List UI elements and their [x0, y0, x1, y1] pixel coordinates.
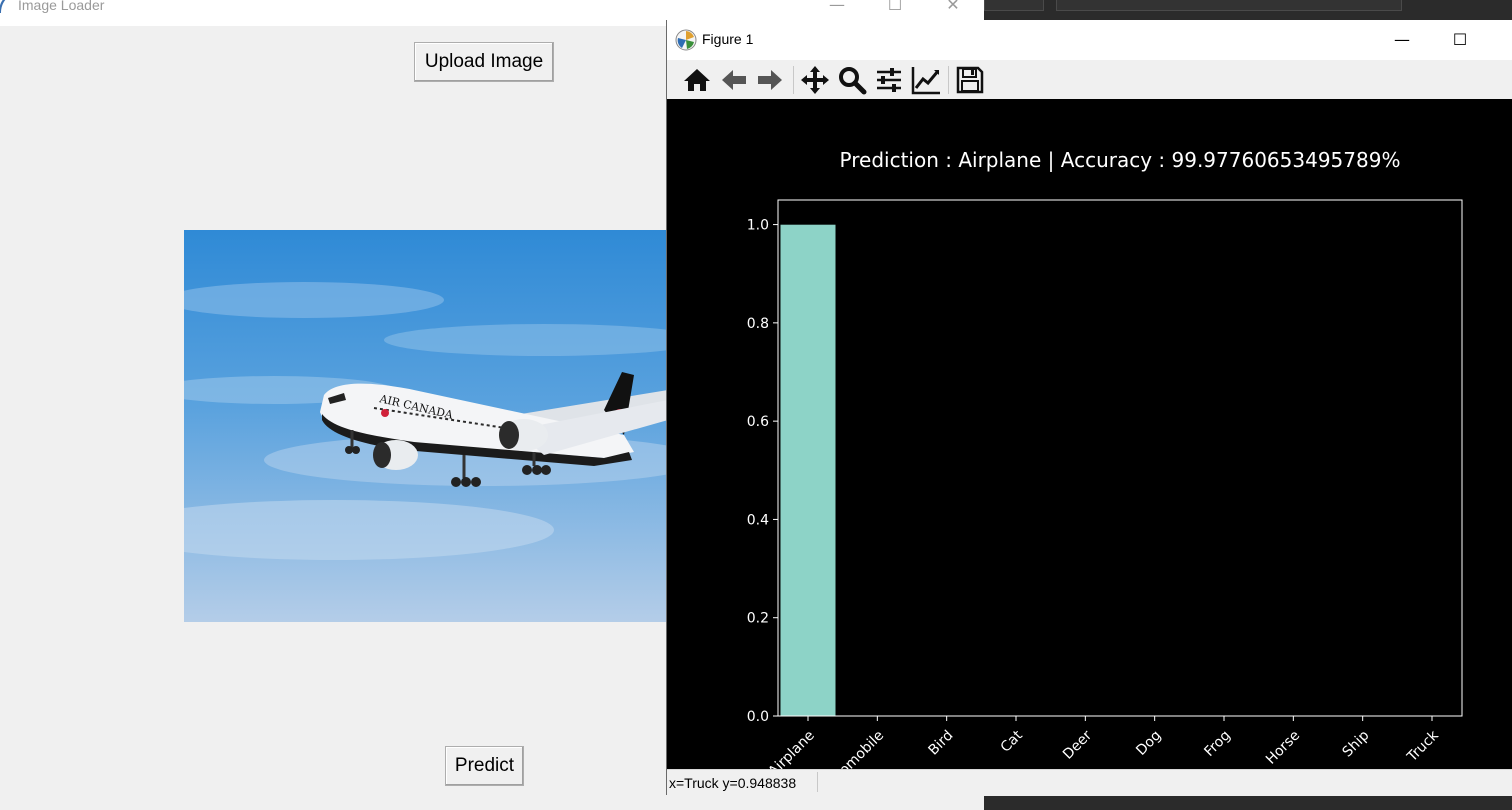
upload-image-button[interactable]: Upload Image — [414, 42, 554, 82]
bar-airplane — [780, 224, 836, 716]
matplotlib-logo-icon — [675, 29, 697, 51]
chart-title: Prediction : Airplane | Accuracy : 99.97… — [840, 148, 1401, 172]
uploaded-airplane-image: AIR CANADA — [184, 230, 668, 622]
background-field — [984, 0, 1044, 11]
figure-toolbar — [667, 60, 1512, 100]
plot-frame — [777, 199, 1463, 717]
back-icon[interactable] — [718, 64, 750, 96]
save-icon[interactable] — [954, 64, 986, 96]
x-tick-label: Dog — [1133, 728, 1164, 759]
x-tick-label: Bird — [925, 728, 956, 759]
x-tick-label: Truck — [1404, 727, 1443, 766]
figure-canvas[interactable]: Prediction : Airplane | Accuracy : 99.97… — [667, 99, 1512, 795]
x-tick-label: Frog — [1201, 728, 1233, 760]
home-icon[interactable] — [681, 64, 713, 96]
maximize-button[interactable]: ☐ — [881, 0, 909, 16]
zoom-icon[interactable] — [836, 64, 868, 96]
x-tick-label: Airplane — [765, 728, 817, 769]
y-tick-label: 0.4 — [747, 512, 769, 528]
y-tick-label: 1.0 — [747, 218, 769, 234]
airplane-photo: AIR CANADA — [184, 230, 668, 622]
x-tick-label: Cat — [998, 727, 1027, 756]
close-button[interactable]: ✕ — [939, 0, 967, 16]
y-tick-label: 0.6 — [747, 414, 769, 430]
figure-title: Figure 1 — [702, 31, 754, 47]
x-tick-label: Deer — [1060, 727, 1095, 762]
y-tick-label: 0.8 — [747, 316, 769, 332]
figure-window: Figure 1 — ☐ Prediction : Airplane | Acc… — [666, 20, 1512, 796]
figure-statusbar: x=Truck y=0.948838 — [667, 769, 1512, 796]
figure-minimize-button[interactable]: — — [1388, 29, 1416, 51]
configure-subplots-icon[interactable] — [873, 64, 905, 96]
forward-icon[interactable] — [754, 64, 786, 96]
background-search-field — [1056, 0, 1402, 11]
statusbar-divider — [817, 772, 818, 792]
y-tick-label: 0.0 — [747, 709, 769, 725]
toolbar-separator — [793, 66, 794, 94]
feather-icon — [0, 0, 6, 13]
x-tick-label: Horse — [1263, 728, 1303, 768]
y-tick-label: 0.2 — [747, 611, 769, 627]
x-tick-label: Ship — [1340, 727, 1373, 760]
figure-titlebar: Figure 1 — ☐ — [667, 20, 1512, 60]
pan-icon[interactable] — [799, 64, 831, 96]
x-tick-label: Automobile — [819, 728, 887, 769]
figure-maximize-button[interactable]: ☐ — [1446, 29, 1474, 51]
toolbar-separator — [948, 66, 949, 94]
bar-chart[interactable]: Prediction : Airplane | Accuracy : 99.97… — [667, 99, 1512, 795]
minimize-button[interactable]: — — [823, 0, 851, 16]
edit-axis-icon[interactable] — [910, 64, 942, 96]
window-title: Image Loader — [18, 0, 105, 13]
cursor-coordinates: x=Truck y=0.948838 — [669, 775, 797, 791]
predict-button[interactable]: Predict — [445, 746, 524, 786]
